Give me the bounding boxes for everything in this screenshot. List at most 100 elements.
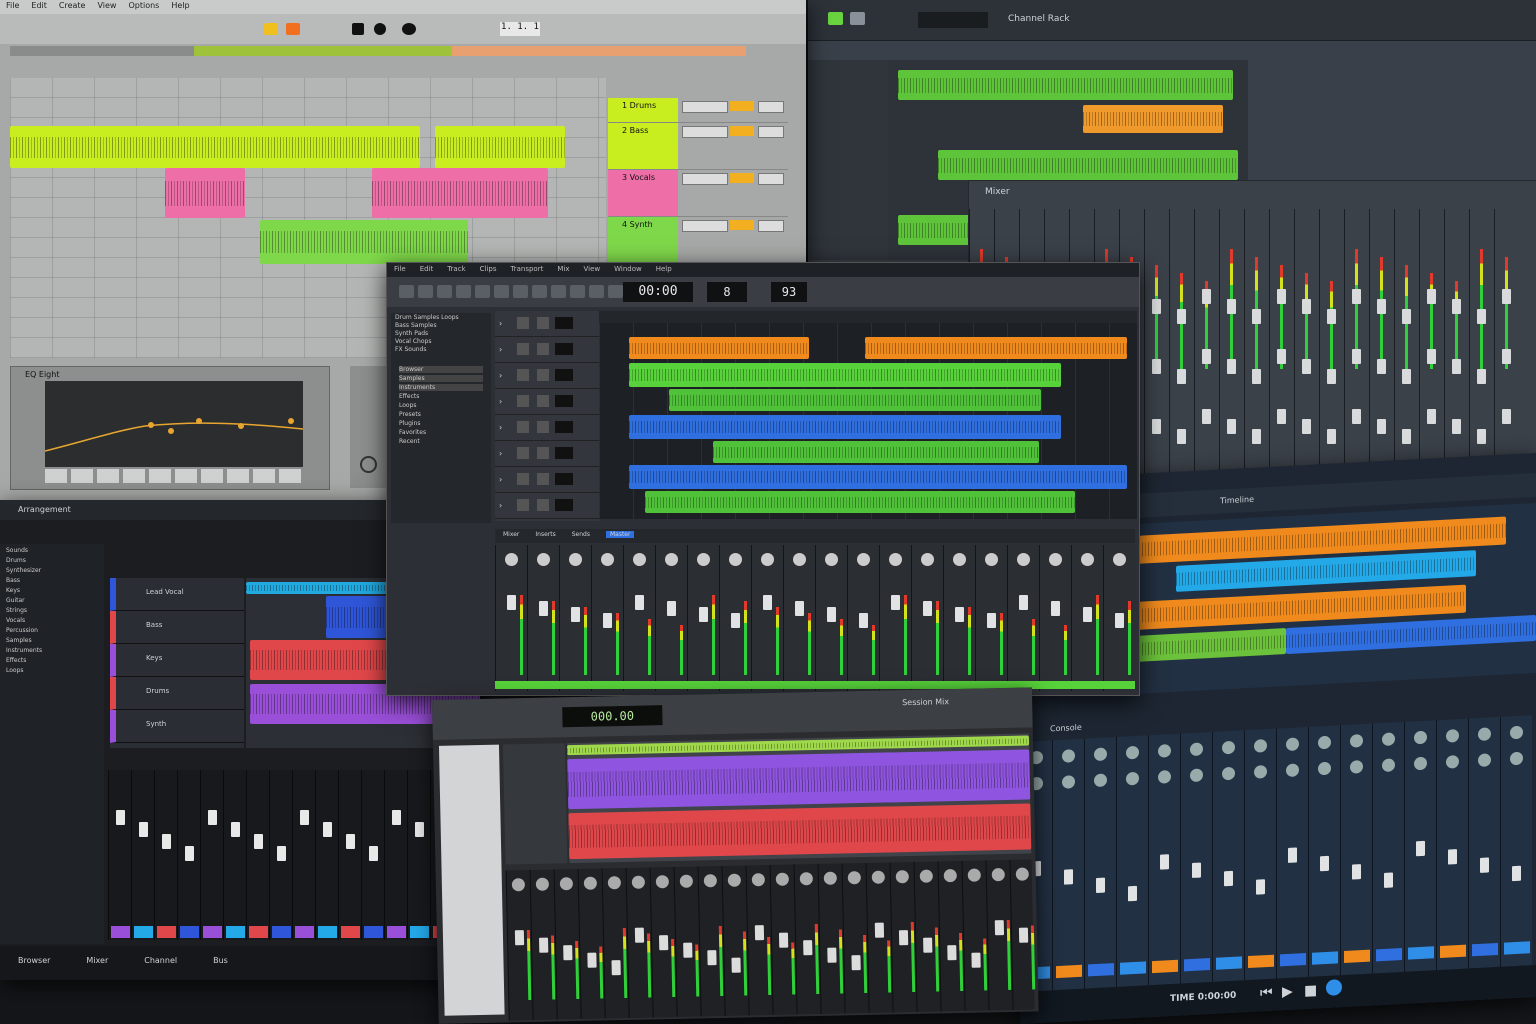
track-header[interactable]: 2 Bass (608, 123, 788, 170)
channel-knob-2[interactable] (1190, 768, 1203, 783)
channel-knob[interactable] (1286, 737, 1299, 752)
fader-handle[interactable] (1202, 349, 1211, 364)
arm-button[interactable] (286, 23, 300, 35)
fader-handle[interactable] (1152, 419, 1161, 434)
fader-handle[interactable] (162, 834, 171, 849)
channel-knob[interactable] (1254, 739, 1267, 753)
fader-handle[interactable] (1448, 849, 1457, 865)
mute-button[interactable] (517, 317, 529, 329)
pan-knob[interactable] (601, 553, 614, 566)
tool-button[interactable] (437, 285, 452, 298)
clip-green-b[interactable] (669, 389, 1041, 411)
fader-handle[interactable] (1277, 289, 1286, 304)
browser-item[interactable]: Drum Samples Loops (395, 314, 487, 321)
track-arm-button[interactable] (758, 173, 784, 185)
fader-handle[interactable] (634, 927, 645, 943)
track-header[interactable]: Keys (110, 644, 244, 677)
fader-handle[interactable] (699, 607, 708, 622)
record-arm-button[interactable] (555, 421, 573, 433)
fader-handle[interactable] (1252, 369, 1261, 384)
expand-icon[interactable]: › (499, 449, 502, 458)
track-header[interactable]: › (495, 363, 599, 389)
expand-icon[interactable]: › (499, 423, 502, 432)
browser-tree-item[interactable]: Instruments (399, 384, 483, 391)
menu-item[interactable]: File (394, 265, 406, 273)
track-activator-button[interactable] (682, 220, 728, 232)
fader-handle[interactable] (1416, 840, 1425, 857)
expand-icon[interactable]: › (499, 371, 502, 380)
mute-button[interactable] (517, 473, 529, 485)
channel-knob[interactable] (1350, 734, 1363, 748)
fader-handle[interactable] (1352, 349, 1361, 364)
fader-handle[interactable] (1327, 429, 1336, 444)
pan-knob[interactable] (921, 553, 934, 566)
fader-handle[interactable] (1480, 857, 1489, 873)
fader-handle[interactable] (1252, 309, 1261, 324)
browser-item[interactable]: FX Sounds (395, 346, 487, 353)
fader-handle[interactable] (1352, 864, 1361, 880)
fader-handle[interactable] (1302, 299, 1311, 314)
clip-red-a[interactable] (568, 803, 1032, 860)
fader-handle[interactable] (587, 952, 597, 968)
mixer-tab[interactable]: Mixer (503, 531, 519, 538)
browser-item[interactable]: Vocals (6, 617, 98, 624)
browser-item[interactable]: Bass Samples (395, 322, 487, 329)
browser-item[interactable]: Keys (6, 587, 98, 594)
channel-knob-2[interactable] (1062, 775, 1075, 789)
footer-tab[interactable]: Browser (18, 956, 50, 965)
channel-knob[interactable] (1190, 742, 1203, 757)
tool-button[interactable] (494, 285, 509, 298)
fader-handle[interactable] (539, 937, 549, 953)
pan-knob[interactable] (729, 553, 742, 566)
tool-button[interactable] (475, 285, 490, 298)
pan-knob[interactable] (535, 877, 550, 891)
fader-handle[interactable] (231, 822, 240, 837)
fader-handle[interactable] (1252, 429, 1261, 444)
channel-knob-2[interactable] (1446, 754, 1459, 769)
fader-handle[interactable] (1377, 359, 1386, 374)
fader-handle[interactable] (1427, 349, 1436, 364)
record-arm-button[interactable] (555, 447, 573, 459)
channel-knob-2[interactable] (1254, 765, 1267, 779)
fader-handle[interactable] (1152, 299, 1161, 314)
fader-handle[interactable] (1115, 613, 1124, 628)
fader-handle[interactable] (851, 955, 861, 971)
fader-handle[interactable] (300, 810, 309, 825)
pan-knob[interactable] (823, 871, 837, 885)
mute-button[interactable] (517, 421, 529, 433)
mute-button[interactable] (517, 343, 529, 355)
browser-item[interactable]: Guitar (6, 597, 98, 604)
footer-tab[interactable]: Mixer (86, 956, 108, 965)
tool-button[interactable] (551, 285, 566, 298)
browser-item[interactable]: Vocal Chops (395, 338, 487, 345)
play-button[interactable] (828, 12, 843, 25)
track-header[interactable]: › (495, 493, 599, 519)
fader-handle[interactable] (1352, 409, 1361, 424)
clip-purple-a[interactable] (567, 749, 1031, 810)
track-header[interactable]: Lead Vocal (110, 578, 244, 611)
fader-handle[interactable] (1019, 595, 1028, 610)
clip-blue-1[interactable] (1286, 614, 1536, 655)
dry-wet-knob[interactable] (360, 456, 377, 473)
pan-knob[interactable] (559, 877, 574, 891)
fader-handle[interactable] (1477, 309, 1486, 324)
clip-synth-1[interactable] (260, 220, 468, 264)
pan-knob[interactable] (889, 553, 902, 566)
fader-handle[interactable] (369, 846, 378, 861)
track-header[interactable]: 3 Vocals (608, 170, 788, 217)
fader-handle[interactable] (827, 607, 836, 622)
channel-knob-2[interactable] (1222, 766, 1235, 781)
menu-item[interactable]: Transport (510, 265, 543, 273)
pan-knob[interactable] (967, 868, 981, 882)
fader-handle[interactable] (1192, 862, 1201, 878)
clip-orange-a[interactable] (629, 337, 809, 359)
expand-icon[interactable]: › (499, 397, 502, 406)
fader-handle[interactable] (323, 822, 332, 837)
fader-handle[interactable] (1452, 419, 1461, 434)
fader-handle[interactable] (1402, 429, 1411, 444)
fader-handle[interactable] (1452, 299, 1461, 314)
pan-knob[interactable] (953, 553, 966, 566)
solo-button[interactable] (537, 421, 549, 433)
tool-button[interactable] (589, 285, 604, 298)
fader-handle[interactable] (1018, 927, 1029, 943)
